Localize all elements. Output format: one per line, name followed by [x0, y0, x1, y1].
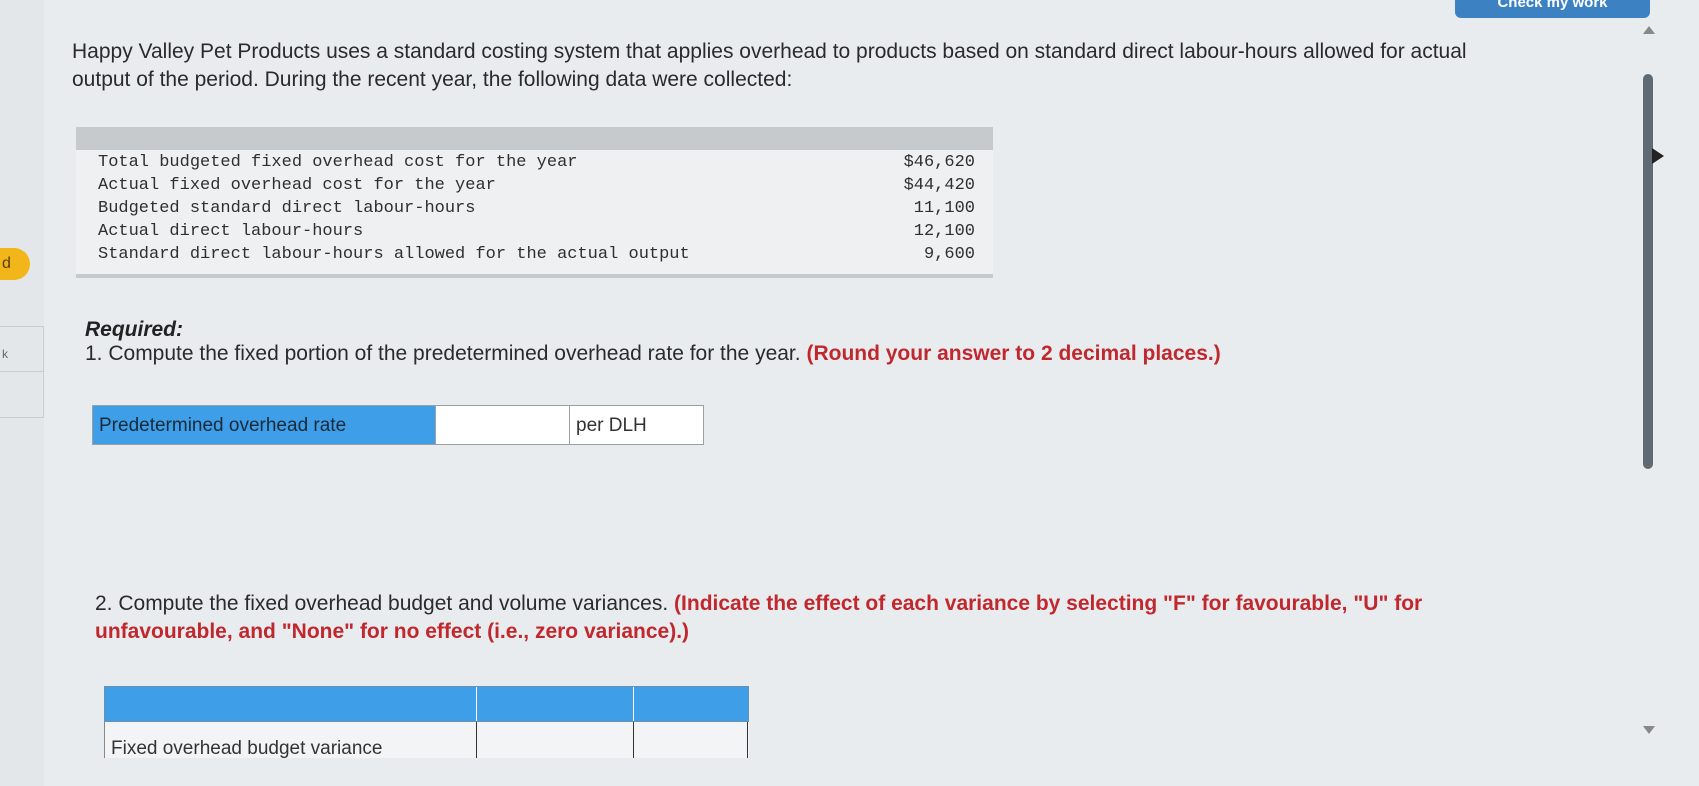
data-row-value: 9,600 — [923, 245, 975, 264]
data-row: Actual fixed overhead cost for the year $… — [76, 173, 993, 196]
predetermined-rate-label: Predetermined overhead rate — [93, 406, 435, 444]
scroll-up-arrow-icon[interactable] — [1643, 26, 1655, 34]
required-heading: Required: — [85, 318, 184, 341]
question-2-text: 2. Compute the fixed overhead budget and… — [95, 592, 669, 615]
budget-variance-effect-select[interactable] — [634, 722, 748, 758]
variance-header-amount-col — [477, 687, 634, 721]
data-row-value: 11,100 — [913, 199, 975, 218]
question-1-instruction: (Round your answer to 2 decimal places.) — [806, 342, 1221, 365]
data-row-value: 12,100 — [913, 222, 975, 241]
data-row: Actual direct labour-hours 12,100 — [76, 219, 993, 242]
given-data-table: Total budgeted fixed overhead cost for t… — [76, 127, 993, 278]
gutter-badge[interactable]: d — [0, 248, 30, 280]
data-table-header — [76, 127, 993, 150]
vertical-scrollbar[interactable] — [1640, 26, 1658, 744]
predetermined-rate-input[interactable] — [435, 406, 569, 444]
gutter-divider — [0, 371, 44, 372]
left-gutter: d k — [0, 0, 44, 786]
data-row-label: Actual fixed overhead cost for the year — [98, 176, 496, 195]
variance-header-effect-col — [634, 687, 748, 721]
question-1: 1. Compute the fixed portion of the pred… — [85, 342, 1221, 366]
data-row-label: Budgeted standard direct labour-hours — [98, 199, 476, 218]
scroll-thumb[interactable] — [1643, 74, 1653, 469]
problem-intro: Happy Valley Pet Products uses a standar… — [72, 40, 1467, 91]
question-1-text: 1. Compute the fixed portion of the pred… — [85, 342, 801, 365]
variance-header-label-col — [105, 687, 477, 721]
budget-variance-amount-input[interactable] — [477, 722, 634, 758]
scroll-down-arrow-icon[interactable] — [1643, 726, 1655, 734]
check-my-work-button[interactable]: Check my work — [1455, 0, 1650, 18]
data-row: Budgeted standard direct labour-hours 11,… — [76, 196, 993, 219]
data-table-footer — [76, 274, 993, 278]
rate-unit-label: per DLH — [569, 406, 703, 444]
data-row-label: Standard direct labour-hours allowed for… — [98, 245, 690, 264]
mouse-cursor-icon — [1652, 148, 1664, 164]
data-row-label: Total budgeted fixed overhead cost for t… — [98, 153, 578, 172]
gutter-nav-box[interactable]: k — [0, 326, 44, 418]
variance-row-budget: Fixed overhead budget variance — [104, 722, 749, 759]
data-row: Total budgeted fixed overhead cost for t… — [76, 150, 993, 173]
data-row: Standard direct labour-hours allowed for… — [76, 242, 993, 265]
data-row-value: $46,620 — [903, 153, 975, 172]
variance-row-label: Fixed overhead budget variance — [105, 722, 477, 759]
gutter-mark: k — [2, 347, 8, 361]
variance-table: Fixed overhead budget variance — [104, 686, 749, 759]
variance-table-header — [104, 686, 749, 722]
data-row-label: Actual direct labour-hours — [98, 222, 364, 241]
data-row-value: $44,420 — [903, 176, 975, 195]
predetermined-rate-table: Predetermined overhead rate per DLH — [92, 405, 704, 445]
question-2: 2. Compute the fixed overhead budget and… — [95, 590, 1495, 646]
